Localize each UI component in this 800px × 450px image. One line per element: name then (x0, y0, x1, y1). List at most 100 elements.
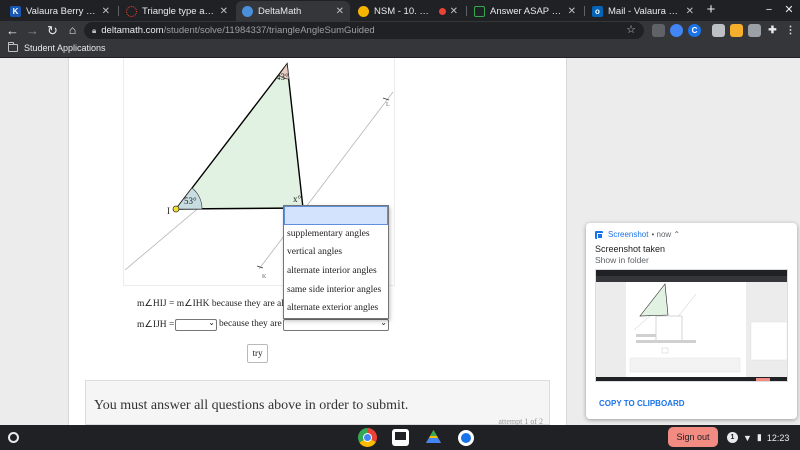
dropdown-option-alternate-exterior[interactable]: alternate exterior angles (284, 299, 388, 318)
address-bar[interactable]: 🔒︎ deltamath.com/student/solve/11984337/… (84, 22, 644, 39)
vertex-label-i: I (167, 206, 170, 216)
reason-statement-1: m∠HIJ = m∠IHK because they are alt (137, 299, 287, 309)
browser-toolbar: ← → ↻ ⌂ 🔒︎ deltamath.com/student/solve/1… (0, 21, 800, 40)
point-label-l: L (386, 102, 390, 108)
meet-app-icon[interactable] (458, 430, 474, 446)
extension-icon[interactable] (652, 24, 665, 37)
tab-divider (118, 6, 119, 16)
minimize-icon[interactable]: − (760, 2, 778, 18)
tab-valaura-dna[interactable]: K Valaura Berry - DNA Rep ✕ (4, 1, 116, 21)
extension-icon[interactable] (730, 24, 743, 37)
dropdown-option-vertical[interactable]: vertical angles (284, 243, 388, 262)
chrome-app-icon[interactable] (358, 428, 377, 447)
submit-message: You must answer all questions above in o… (94, 398, 409, 413)
lock-icon: 🔒︎ (92, 25, 97, 35)
show-in-folder-link[interactable]: Show in folder (595, 255, 649, 265)
submit-panel: You must answer all questions above in o… (85, 380, 550, 425)
chevron-down-icon: ⌄ (380, 318, 387, 327)
tab-mail[interactable]: o Mail - Valaura Berry - Ou ✕ (586, 1, 700, 21)
reload-icon[interactable]: ↻ (44, 22, 61, 39)
reason-select[interactable]: ⌄ (283, 318, 389, 331)
os-shelf: Sign out 1 ▼ ▮ 12:23 (0, 425, 800, 450)
chevron-down-icon: ⌄ (208, 318, 215, 327)
bookmark-label: Student Applications (24, 43, 106, 53)
close-tab-icon[interactable]: ✕ (686, 6, 694, 17)
dropdown-option-same-side-interior[interactable]: same side interior angles (284, 281, 388, 300)
brainly-favicon-icon (474, 5, 485, 17)
tab-divider (584, 6, 585, 16)
bookmark-student-applications[interactable]: Student Applications (8, 42, 106, 53)
triangle-shape (174, 62, 304, 210)
extension-icon[interactable] (670, 24, 683, 37)
recording-indicator-icon (438, 7, 446, 15)
angle-label-x: x° (293, 194, 302, 204)
screenshot-app-icon (595, 230, 603, 239)
angle-value-select[interactable]: ⌄ (175, 318, 217, 331)
outlook-favicon-icon: o (592, 5, 603, 17)
home-icon[interactable]: ⌂ (64, 22, 81, 39)
bookmarks-bar: Student Applications (0, 40, 800, 58)
tab-title: NSM - 10. Hymn Of (374, 5, 436, 17)
because-label: because they are (219, 319, 282, 329)
status-tray[interactable]: 1 ▼ ▮ 12:23 (727, 429, 789, 446)
close-tab-icon[interactable]: ✕ (220, 6, 228, 17)
menu-kebab-icon[interactable]: ⋮ (784, 24, 797, 37)
extension-icon[interactable] (748, 24, 761, 37)
attempt-counter: attempt 1 of 2 (498, 417, 543, 425)
notification-header: Screenshot • now ⌃ (595, 230, 680, 239)
launcher-icon[interactable] (8, 432, 19, 443)
forward-arrow-icon[interactable]: → (24, 22, 41, 39)
problem-card: 43° 53° x° I K L m∠HIJ = m∠IHK because t… (68, 58, 567, 425)
drive-app-icon[interactable] (424, 428, 443, 447)
classroom-app-icon[interactable] (392, 429, 409, 446)
copy-to-clipboard-button[interactable]: COPY TO CLIPBOARD (599, 399, 685, 408)
tab-title: Triangle type and angle (142, 5, 216, 17)
close-tab-icon[interactable]: ✕ (336, 6, 344, 17)
sign-out-button[interactable]: Sign out (668, 427, 718, 447)
notification-count-badge: 1 (727, 432, 738, 443)
vertex-i-point[interactable] (172, 205, 180, 213)
url-path: /student/solve/11984337/triangleAngleSum… (163, 25, 375, 36)
back-arrow-icon[interactable]: ← (4, 22, 21, 39)
extension-c-icon[interactable]: C (688, 24, 701, 37)
extension-icon[interactable] (712, 24, 725, 37)
tab-triangle-type[interactable]: Triangle type and angle ✕ (120, 1, 234, 21)
point-label-k: K (262, 274, 267, 280)
deltamath-favicon-icon (242, 5, 253, 17)
tab-answer-asap[interactable]: Answer ASAP PLZZ!!!! - ✕ (468, 1, 582, 21)
window-close-icon[interactable]: ✕ (780, 2, 798, 18)
close-tab-icon[interactable]: ✕ (102, 6, 110, 17)
tab-strip: K Valaura Berry - DNA Rep ✕ Triangle typ… (0, 0, 800, 21)
tab-title: Answer ASAP PLZZ!!!! - (490, 5, 564, 17)
reason-dropdown-list[interactable]: supplementary angles vertical angles alt… (283, 205, 389, 319)
dropdown-option-supplementary[interactable]: supplementary angles (284, 225, 388, 244)
notification-title: Screenshot taken (595, 244, 666, 254)
try-button[interactable]: try (247, 344, 268, 363)
tab-divider (466, 6, 467, 16)
thumbnail-image (596, 270, 787, 381)
tab-title: Mail - Valaura Berry - Ou (608, 5, 682, 17)
angle-ijh-label: m∠IJH = (137, 320, 175, 330)
battery-icon: ▮ (756, 432, 762, 442)
close-tab-icon[interactable]: ✕ (450, 6, 458, 17)
tab-nsm-hymn[interactable]: NSM - 10. Hymn Of ✕ (352, 1, 464, 21)
notification-app-name: Screenshot (608, 230, 649, 239)
khan-favicon-icon: K (10, 5, 21, 17)
bookmark-star-icon[interactable]: ☆ (626, 23, 636, 36)
screenshot-thumbnail[interactable] (595, 269, 788, 382)
extensions-puzzle-icon[interactable]: ✚ (766, 24, 779, 37)
new-tab-button[interactable]: + (702, 1, 720, 19)
wifi-icon: ▼ (743, 432, 752, 443)
clock: 12:23 (766, 432, 790, 443)
folder-icon (8, 42, 18, 52)
dropdown-option-alternate-interior[interactable]: alternate interior angles (284, 262, 388, 281)
tab-deltamath[interactable]: DeltaMath ✕ (236, 1, 350, 21)
angle-label-i: 53° (184, 196, 197, 206)
notification-time[interactable]: • now ⌃ (651, 230, 680, 239)
close-tab-icon[interactable]: ✕ (568, 6, 576, 17)
tab-title: DeltaMath (258, 5, 302, 17)
dropdown-option-blank[interactable] (284, 206, 388, 225)
url-host: deltamath.com (101, 25, 164, 36)
screenshot-notification[interactable]: Screenshot • now ⌃ Screenshot taken Show… (586, 223, 797, 419)
tab-title: Valaura Berry - DNA Rep (26, 5, 98, 17)
